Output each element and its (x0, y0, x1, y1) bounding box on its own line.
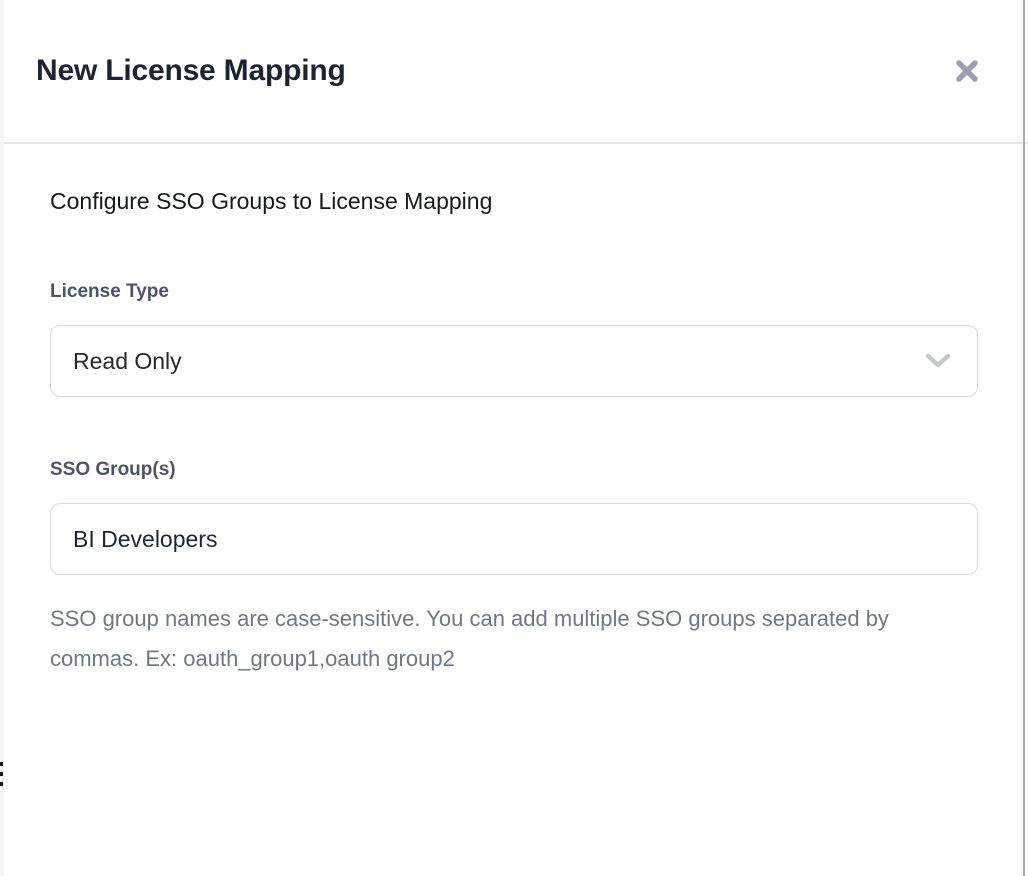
background-peek (0, 782, 3, 786)
sso-groups-help-text: SSO group names are case-sensitive. You … (50, 599, 930, 679)
background-peek (0, 772, 3, 776)
dialog-header: New License Mapping (0, 0, 1028, 144)
background-peek (0, 762, 3, 766)
new-license-mapping-dialog: New License Mapping Configure SSO Groups… (0, 0, 1028, 876)
close-button[interactable] (950, 54, 984, 88)
dialog-subheading: Configure SSO Groups to License Mapping (50, 188, 978, 215)
close-icon (953, 57, 981, 85)
license-type-select[interactable]: Read Only (50, 325, 978, 397)
dialog-title: New License Mapping (36, 54, 346, 88)
modal-overlay: New License Mapping Configure SSO Groups… (0, 0, 1028, 876)
sso-groups-input[interactable] (50, 503, 978, 575)
license-type-label: License Type (50, 281, 978, 303)
chevron-down-icon (925, 352, 951, 370)
sso-groups-label: SSO Group(s) (50, 459, 978, 481)
background-page-edge (0, 0, 4, 876)
license-type-selected-value: Read Only (73, 348, 182, 375)
dialog-body: Configure SSO Groups to License Mapping … (0, 144, 1028, 679)
modal-right-edge (1023, 0, 1025, 876)
